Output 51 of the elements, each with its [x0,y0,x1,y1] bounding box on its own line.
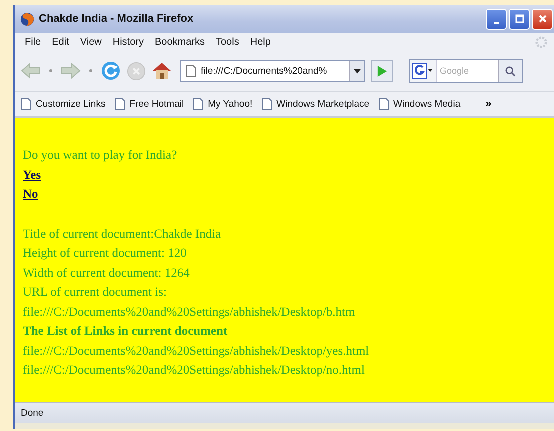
menu-item[interactable]: Tools [212,36,246,48]
search-bar[interactable]: Google [409,59,523,83]
address-text: file:///C:/Documents%20and% [201,66,328,76]
info-text: Height of current document: 120 [23,245,188,262]
window-title: Chakde India - Mozilla Firefox [39,13,194,25]
minimize-icon [494,22,499,24]
page-icon [262,98,272,110]
menu-item[interactable]: Help [246,36,278,48]
close-icon [538,14,548,24]
link-url-text: file:///C:/Documents%20and%20Settings/abhishek/Desktop/yes.html [23,342,370,360]
bookmark-link[interactable]: Customize Links [21,98,106,110]
question-text: Do you want to play for India? [23,147,178,164]
page-icon [186,65,196,77]
info-text: Width of current document: 1264 [23,264,191,282]
bookmark-link[interactable]: Windows Media [378,98,461,110]
maximize-button[interactable] [509,8,530,30]
menu-item[interactable]: History [108,36,151,48]
close-button[interactable] [532,8,553,30]
page-icon [21,98,31,110]
page-icon [114,98,125,110]
search-icon [505,66,516,76]
dropdown-arrow-icon[interactable] [354,68,360,74]
bookmark-link[interactable]: Windows Marketplace [262,98,370,110]
minimize-button[interactable] [486,8,507,30]
info-text: URL of current document is: [23,284,168,301]
menu-item[interactable]: File [21,36,48,48]
search-engine-icon [412,63,434,79]
menu-item[interactable]: Bookmarks [150,36,212,48]
bookmark-link[interactable]: My Yahoo! [193,98,253,110]
play-arrow-icon [376,64,388,78]
reload-icon[interactable] [101,61,121,81]
firefox-logo-icon [20,12,35,26]
answer-link[interactable]: Yes [23,166,42,185]
info-text: Title of current document:Chakde India [23,226,222,242]
heading-text: The List of Links in current document [23,323,229,340]
page-icon [193,98,204,110]
overflow-chevron[interactable]: » [486,98,492,110]
link-url-text: file:///C:/Documents%20and%20Settings/abhishek/Desktop/no.html [23,362,366,379]
search-engine-button[interactable] [410,60,436,82]
address-bar[interactable]: file:///C:/Documents%20and% [180,60,365,82]
menu-item[interactable]: View [76,36,109,48]
maximize-icon [514,14,524,24]
bookmark-link[interactable]: Free Hotmail [114,98,184,110]
status-text: Done [21,408,44,418]
search-button[interactable] [498,60,522,82]
page-icon [378,98,389,110]
menu-item[interactable]: Edit [48,36,76,48]
home-icon[interactable] [152,61,172,81]
throbber-icon [535,36,548,48]
info-text: file:///C:/Documents%20and%20Settings/abhishek/Desktop/b.htm [23,304,356,321]
answer-link[interactable]: No [23,185,38,204]
